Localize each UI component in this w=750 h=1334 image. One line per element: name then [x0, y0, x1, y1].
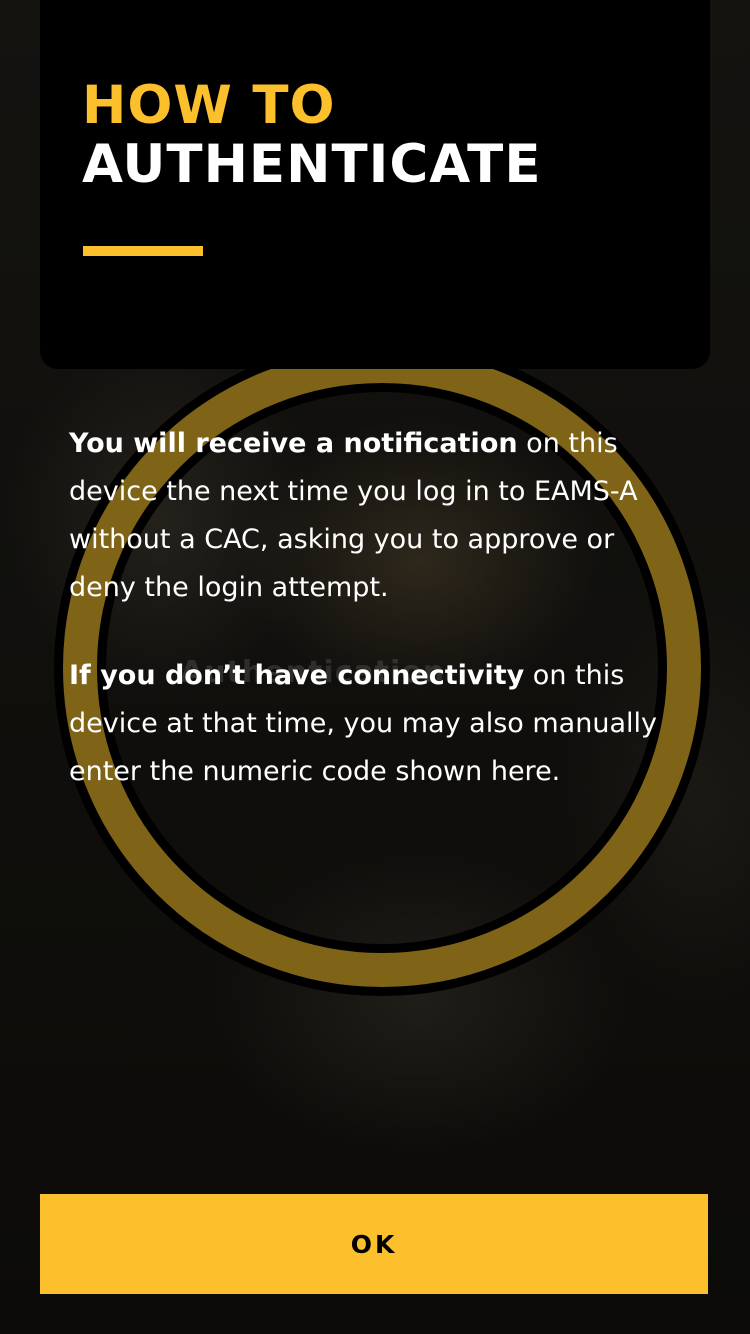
- page-title-line1: HOW TO: [82, 75, 336, 136]
- page-title: HOW TO AUTHENTICATE: [82, 76, 542, 194]
- header-card: HOW TO AUTHENTICATE: [40, 0, 710, 369]
- page-title-line2: AUTHENTICATE: [82, 134, 542, 195]
- title-underline: [83, 246, 203, 256]
- instruction-paragraph-connectivity: If you don’t have connectivity on this d…: [69, 652, 684, 796]
- instruction-paragraph-notification: You will receive a notification on this …: [69, 420, 684, 612]
- instruction-paragraph-notification-bold: You will receive a notification: [69, 428, 518, 459]
- ok-button[interactable]: OK: [40, 1194, 708, 1294]
- instruction-paragraph-connectivity-bold: If you don’t have connectivity: [69, 660, 525, 691]
- instructions: You will receive a notification on this …: [69, 420, 684, 836]
